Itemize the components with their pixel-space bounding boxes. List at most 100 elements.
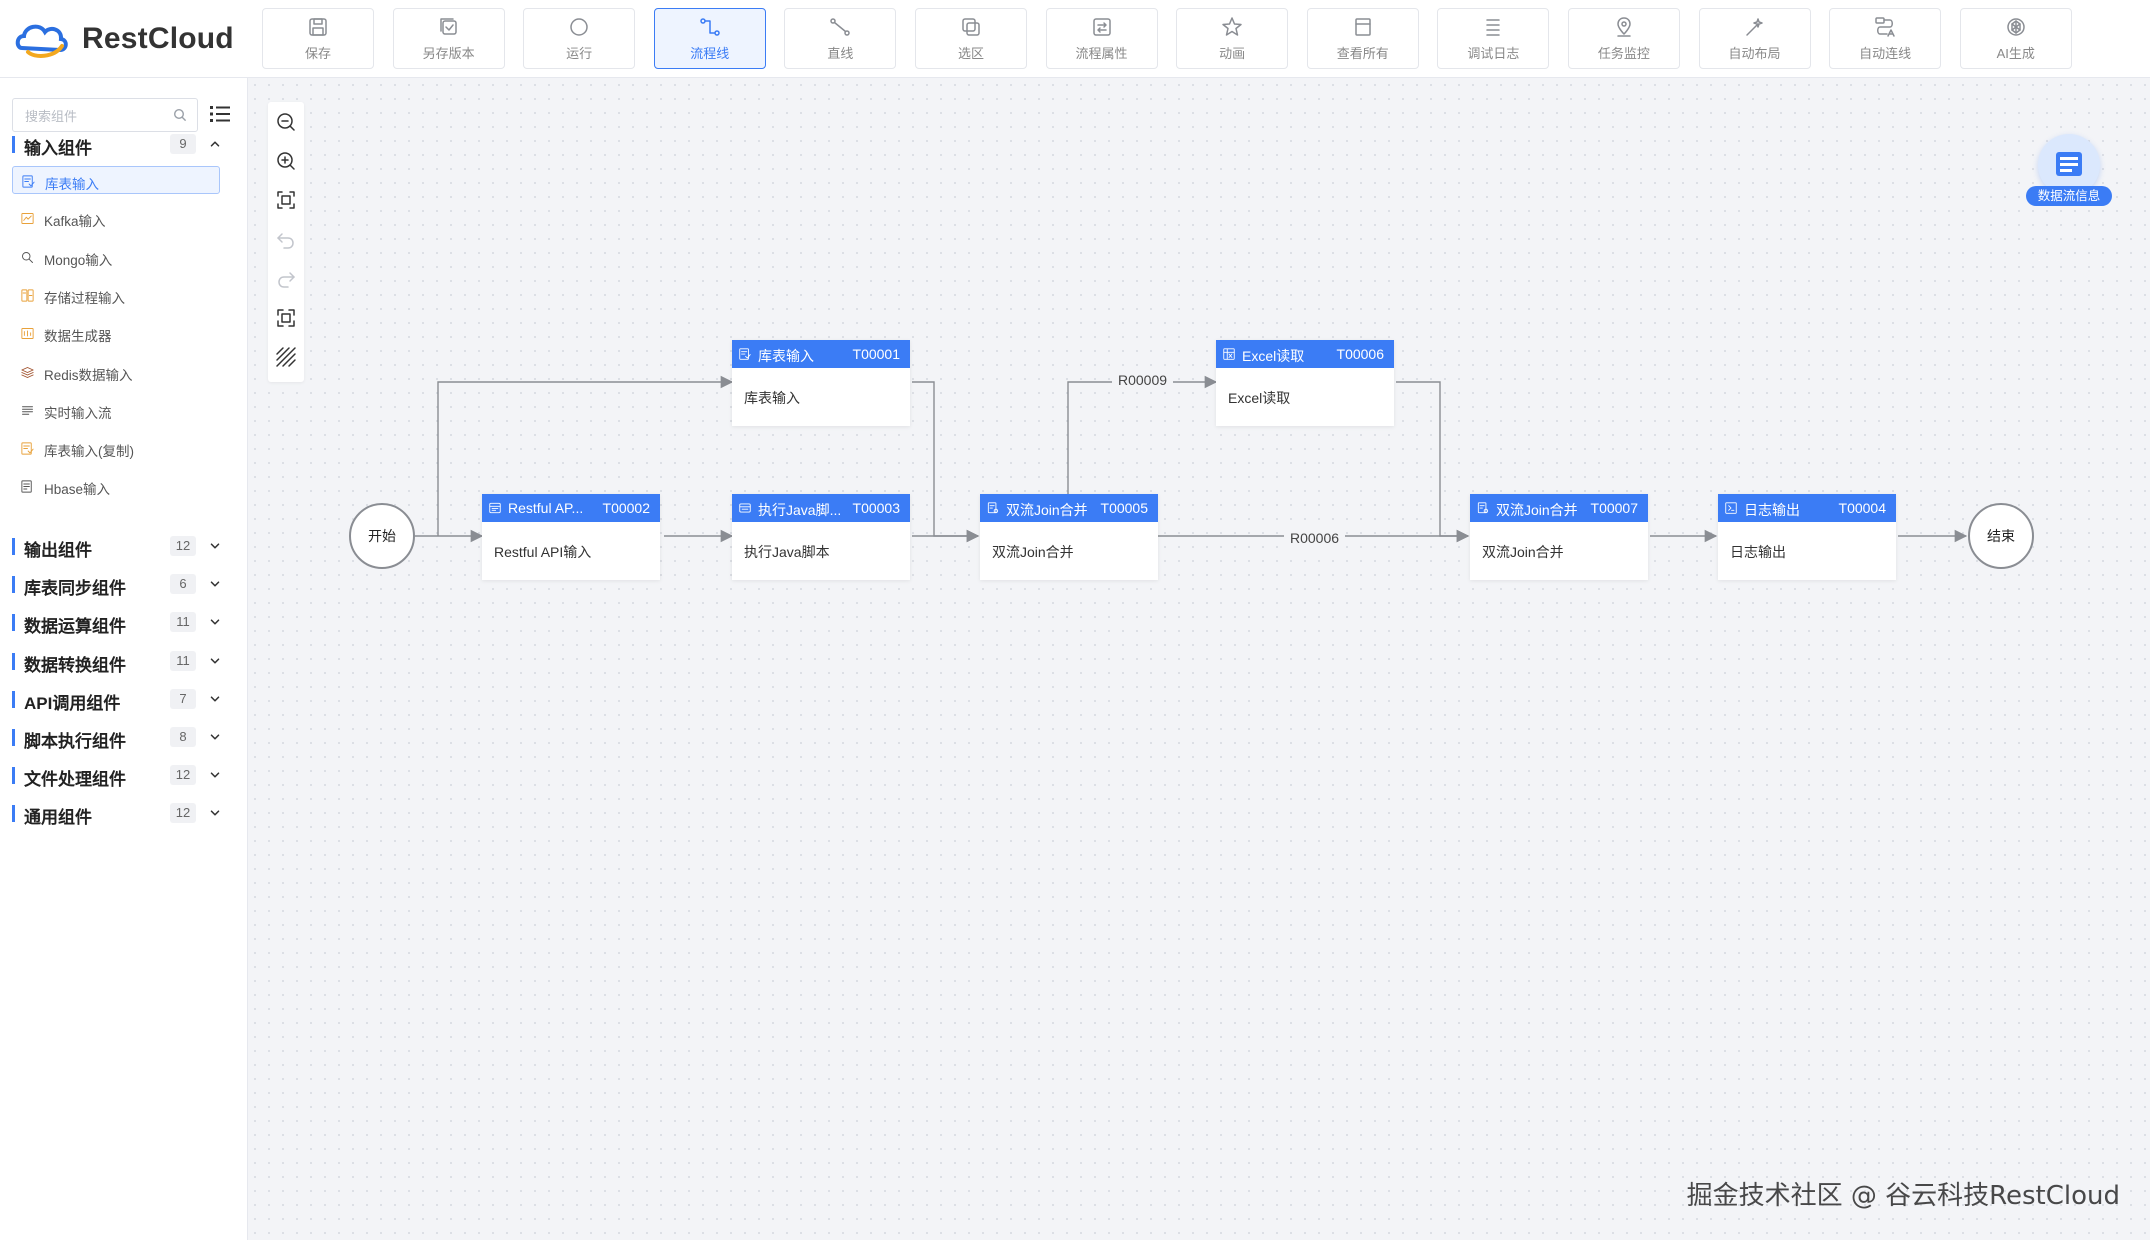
auto-connect-icon — [1875, 17, 1895, 37]
category-0[interactable]: 输出组件 12 — [0, 530, 248, 562]
category-name: 输入组件 — [24, 139, 92, 158]
category-3[interactable]: 数据转换组件 11 — [0, 645, 248, 677]
component-item-1[interactable]: Kafka输入 — [12, 204, 220, 232]
category-6[interactable]: 文件处理组件 12 — [0, 759, 248, 791]
chevron-down-icon[interactable] — [208, 730, 222, 744]
toolbar-auto-connect-button[interactable]: 自动连线 — [1829, 8, 1942, 69]
component-item-5[interactable]: Redis数据输入 — [12, 358, 220, 386]
toolbar-run-button[interactable]: 运行 — [523, 8, 636, 69]
toolbar-animation-button[interactable]: 动画 — [1176, 8, 1289, 69]
toolbar: 保存 另存版本 运行 流程线 直线 选区 流程属性 动画 查看所有 调试日志 任务监控 自动布局 自动连… — [262, 8, 2090, 69]
node-id: T00004 — [1838, 500, 1886, 516]
canvas-tool-zoom-out[interactable] — [274, 110, 298, 134]
canvas-tool-full-screen[interactable] — [274, 306, 298, 330]
flow-node-t00006[interactable]: Excel读取 T00006 Excel读取 — [1216, 340, 1394, 426]
toolbar-ai-generate-button[interactable]: AI生成 — [1959, 8, 2072, 69]
canvas-tool-redo[interactable] — [274, 267, 298, 291]
list-view-icon[interactable] — [208, 102, 232, 126]
category-1[interactable]: 库表同步组件 6 — [0, 568, 248, 600]
canvas-tool-zoom-in[interactable] — [274, 149, 298, 173]
flow-node-t00003[interactable]: 执行Java脚... T00003 执行Java脚本 — [732, 494, 910, 580]
edge-label-r00006[interactable]: R00006 — [1284, 528, 1346, 548]
component-item-0[interactable]: 库表输入 — [12, 166, 220, 194]
flow-canvas[interactable]: 开始 结束 库表输入 T00001 库表输入 Restful AP... T00… — [248, 78, 2150, 1240]
flow-node-t00005[interactable]: 双流Join合并 T00005 双流Join合并 — [980, 494, 1158, 580]
category-2[interactable]: 数据运算组件 11 — [0, 606, 248, 638]
node-header: 库表输入 T00001 — [732, 340, 910, 368]
canvas-tool-grid-toggle[interactable] — [274, 345, 298, 369]
toolbar-button-label: 流程线 — [690, 46, 730, 61]
component-item-2[interactable]: Mongo输入 — [12, 243, 220, 271]
chevron-down-icon[interactable] — [208, 768, 222, 782]
category-7[interactable]: 通用组件 12 — [0, 797, 248, 829]
undo-icon — [277, 233, 294, 249]
category-name: 数据转换组件 — [24, 655, 126, 675]
toolbar-debug-log-button[interactable]: 调试日志 — [1437, 8, 1550, 69]
category-count: 7 — [170, 688, 196, 709]
restcloud-logo-icon — [15, 24, 68, 58]
toolbar-select-area-button[interactable]: 选区 — [914, 8, 1027, 69]
category-5[interactable]: 脚本执行组件 8 — [0, 721, 248, 753]
edge-n5-to-n6[interactable] — [1067, 375, 1218, 494]
flow-edges — [415, 375, 1968, 543]
category-count: 8 — [170, 727, 196, 747]
chevron-down-icon[interactable] — [208, 654, 222, 668]
category-name: 数据运算组件 — [24, 617, 126, 637]
end-node[interactable]: 结束 — [1968, 503, 2034, 569]
toolbar-auto-layout-button[interactable]: 自动布局 — [1698, 8, 1811, 69]
excel-icon — [1223, 348, 1235, 360]
category-input-components[interactable]: 输入组件 9 — [0, 128, 248, 160]
toolbar-save-version-button[interactable]: 另存版本 — [392, 8, 505, 69]
chevron-down-icon[interactable] — [208, 577, 222, 591]
category-count: 12 — [170, 536, 196, 556]
save-version-icon — [439, 18, 457, 35]
toolbar-save-button[interactable]: 保存 — [262, 8, 374, 69]
flowline-icon — [700, 18, 720, 36]
save-icon — [309, 18, 327, 36]
category-count: 11 — [170, 650, 196, 671]
category-count: 6 — [170, 574, 196, 595]
table-input-icon — [739, 348, 751, 360]
edge-n1-to-n5[interactable] — [912, 381, 980, 543]
full-screen-icon — [277, 309, 295, 327]
node-title: Restful AP... — [508, 500, 584, 516]
component-item-label: Redis数据输入 — [44, 367, 133, 383]
component-item-label: Kafka输入 — [44, 214, 106, 230]
toolbar-flowline-button[interactable]: 流程线 — [653, 8, 766, 69]
start-node[interactable]: 开始 — [349, 503, 415, 569]
toolbar-view-all-button[interactable]: 查看所有 — [1306, 8, 1419, 69]
component-search-box[interactable] — [12, 98, 198, 132]
edge-n6-to-n7[interactable] — [1396, 381, 1470, 543]
chevron-down-icon[interactable] — [208, 615, 222, 629]
toolbar-task-monitor-button[interactable]: 任务监控 — [1567, 8, 1680, 69]
canvas-tool-fit-view[interactable] — [274, 188, 298, 212]
node-header: Restful AP... T00002 — [482, 494, 660, 522]
flow-node-t00002[interactable]: Restful AP... T00002 Restful API输入 — [482, 494, 660, 580]
chevron-up-icon[interactable] — [208, 137, 222, 151]
edge-label-r00009[interactable]: R00009 — [1112, 370, 1174, 390]
component-item-4[interactable]: 数据生成器 — [12, 319, 220, 347]
search-icon[interactable] — [173, 108, 187, 122]
node-body-label: Excel读取 — [1228, 390, 1291, 406]
data-generator-icon — [21, 328, 34, 340]
component-item-6[interactable]: 实时输入流 — [12, 396, 220, 424]
toolbar-straight-line-button[interactable]: 直线 — [784, 8, 897, 69]
component-item-label: 库表输入(复制) — [44, 444, 134, 460]
toolbar-process-props-button[interactable]: 流程属性 — [1045, 8, 1158, 69]
chevron-down-icon[interactable] — [208, 806, 222, 820]
component-item-3[interactable]: 存储过程输入 — [12, 281, 220, 309]
category-name: 通用组件 — [24, 808, 92, 828]
flow-node-t00001[interactable]: 库表输入 T00001 库表输入 — [732, 340, 910, 426]
toolbar-button-label: 流程属性 — [1075, 46, 1128, 61]
hbase-icon — [21, 480, 32, 493]
flow-node-t00007[interactable]: 双流Join合并 T00007 双流Join合并 — [1470, 494, 1648, 580]
flow-node-t00004[interactable]: 日志输出 T00004 日志输出 — [1718, 494, 1896, 580]
data-flow-info-button[interactable]: 数据流信息 — [2024, 134, 2114, 214]
component-search-input[interactable] — [23, 105, 167, 127]
chevron-down-icon[interactable] — [208, 692, 222, 706]
component-item-8[interactable]: Hbase输入 — [12, 472, 220, 500]
category-4[interactable]: API调用组件 7 — [0, 683, 248, 715]
chevron-down-icon[interactable] — [208, 539, 222, 553]
component-item-7[interactable]: 库表输入(复制) — [12, 434, 220, 462]
canvas-tool-undo[interactable] — [274, 228, 298, 252]
